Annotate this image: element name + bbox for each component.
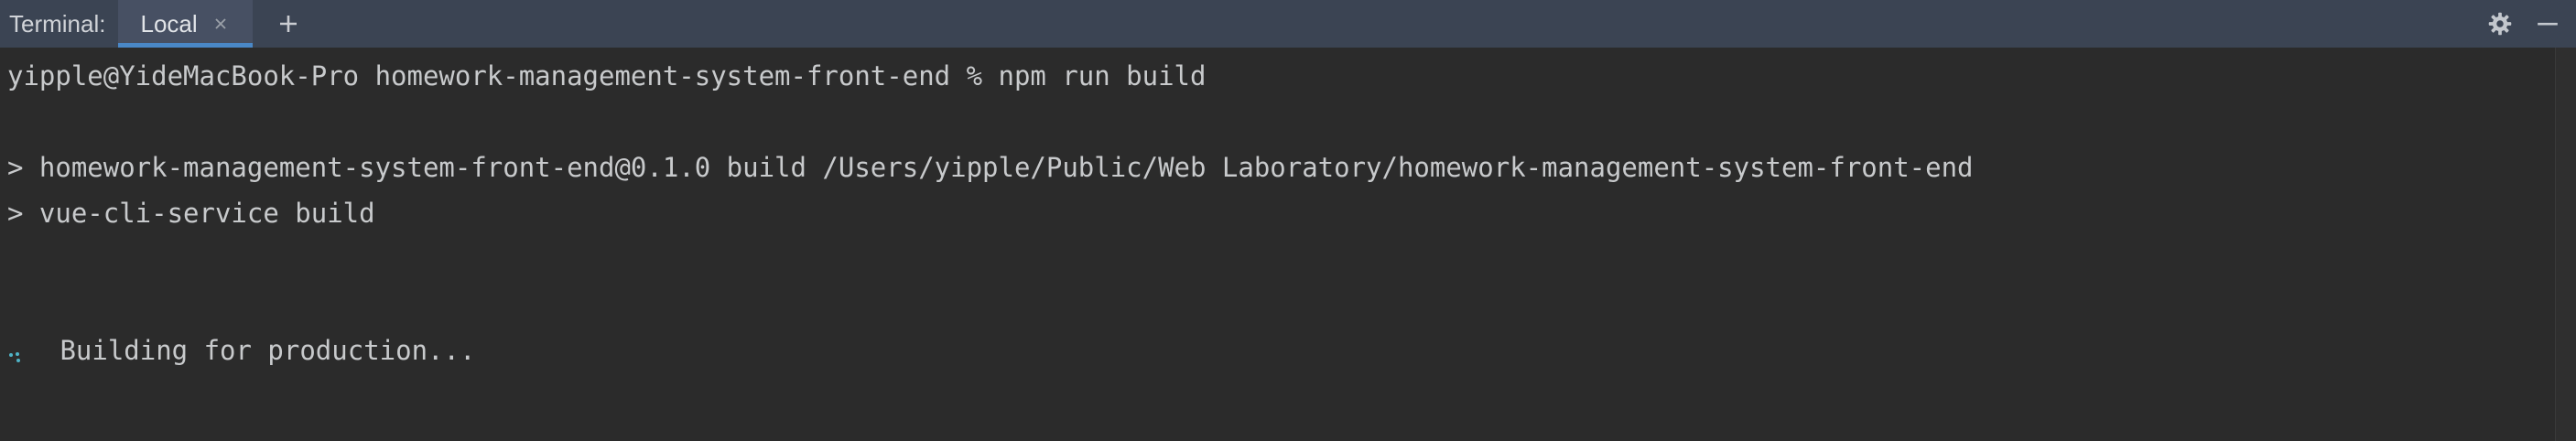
terminal-title: Terminal: <box>9 9 106 38</box>
terminal-line: Building for production... <box>44 335 476 366</box>
tab-local[interactable]: Local <box>118 0 253 48</box>
header-actions <box>2484 0 2576 48</box>
terminal-tool-window: Terminal: Local yipple@YideMacBook-Pro h… <box>0 0 2576 441</box>
terminal-line: > vue-cli-service build <box>7 198 375 229</box>
plus-icon[interactable] <box>273 8 304 39</box>
close-icon[interactable] <box>211 14 231 34</box>
spinner-icon <box>7 341 22 362</box>
terminal-output[interactable]: yipple@YideMacBook-Pro homework-manageme… <box>0 48 2556 441</box>
tab-label: Local <box>140 9 198 38</box>
terminal-line: > homework-management-system-front-end@0… <box>7 152 1974 183</box>
terminal-line: yipple@YideMacBook-Pro homework-manageme… <box>7 60 1207 91</box>
gear-icon[interactable] <box>2484 8 2516 39</box>
terminal-scrollbar[interactable] <box>2555 48 2576 441</box>
terminal-header: Terminal: Local <box>0 0 2576 48</box>
minimize-icon[interactable] <box>2532 8 2563 39</box>
